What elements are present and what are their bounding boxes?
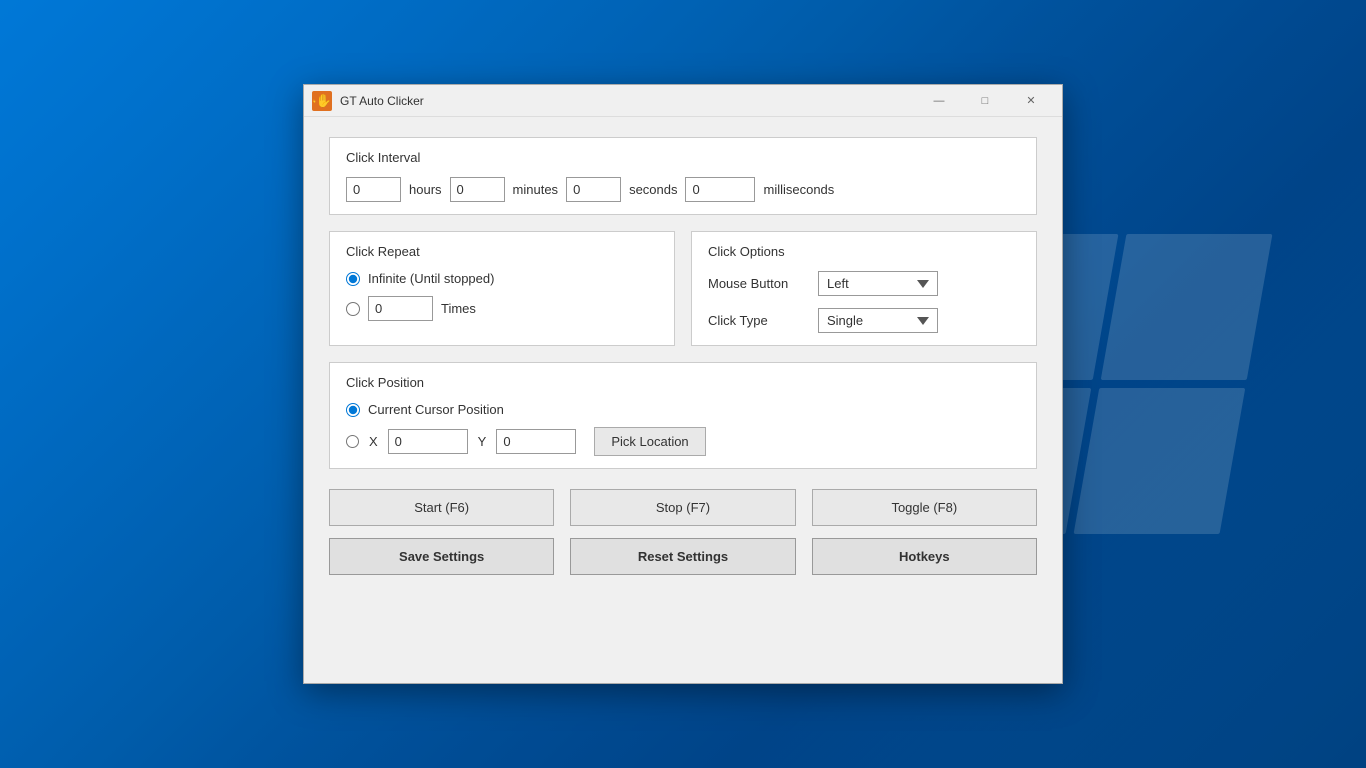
action-buttons-row: Start (F6) Stop (F7) Toggle (F8) xyxy=(329,489,1037,526)
xy-position-row: X Y Pick Location xyxy=(346,427,1020,456)
minutes-unit-label: minutes xyxy=(513,182,559,197)
y-label: Y xyxy=(478,434,487,449)
save-settings-button[interactable]: Save Settings xyxy=(329,538,554,575)
infinite-radio-row: Infinite (Until stopped) xyxy=(346,271,658,286)
seconds-input[interactable] xyxy=(566,177,621,202)
mouse-button-select[interactable]: Left Right Middle xyxy=(818,271,938,296)
cursor-position-radio-row: Current Cursor Position xyxy=(346,402,1020,417)
times-radio[interactable] xyxy=(346,302,360,316)
cursor-position-radio[interactable] xyxy=(346,403,360,417)
infinite-label: Infinite (Until stopped) xyxy=(368,271,494,286)
click-type-select[interactable]: Single Double xyxy=(818,308,938,333)
infinite-radio[interactable] xyxy=(346,272,360,286)
x-label: X xyxy=(369,434,378,449)
xy-position-radio[interactable] xyxy=(346,435,359,448)
app-icon: 👆 ✋ xyxy=(312,91,332,111)
click-repeat-panel: Click Repeat Infinite (Until stopped) Ti… xyxy=(329,231,675,346)
click-options-label: Click Options xyxy=(708,244,1020,259)
cursor-position-label: Current Cursor Position xyxy=(368,402,504,417)
window-title: GT Auto Clicker xyxy=(340,94,916,108)
close-button[interactable]: ✕ xyxy=(1008,85,1054,117)
milliseconds-input[interactable] xyxy=(685,177,755,202)
click-options-panel: Click Options Mouse Button Left Right Mi… xyxy=(691,231,1037,346)
click-type-label: Click Type xyxy=(708,313,818,328)
maximize-button[interactable]: □ xyxy=(962,85,1008,117)
window-controls: — □ ✕ xyxy=(916,85,1054,117)
hours-unit-label: hours xyxy=(409,182,442,197)
mouse-button-row: Mouse Button Left Right Middle xyxy=(708,271,1020,296)
x-input[interactable] xyxy=(388,429,468,454)
click-repeat-label: Click Repeat xyxy=(346,244,658,259)
titlebar: 👆 ✋ GT Auto Clicker — □ ✕ xyxy=(304,85,1062,117)
click-position-label: Click Position xyxy=(346,375,1020,390)
start-button[interactable]: Start (F6) xyxy=(329,489,554,526)
times-input[interactable] xyxy=(368,296,433,321)
reset-settings-button[interactable]: Reset Settings xyxy=(570,538,795,575)
two-col-section: Click Repeat Infinite (Until stopped) Ti… xyxy=(329,231,1037,346)
pick-location-button[interactable]: Pick Location xyxy=(594,427,705,456)
app-content: Click Interval hours minutes seconds mil… xyxy=(304,117,1062,683)
stop-button[interactable]: Stop (F7) xyxy=(570,489,795,526)
y-input[interactable] xyxy=(496,429,576,454)
times-label: Times xyxy=(441,301,476,316)
interval-row: hours minutes seconds milliseconds xyxy=(346,177,1020,202)
click-interval-panel: Click Interval hours minutes seconds mil… xyxy=(329,137,1037,215)
seconds-unit-label: seconds xyxy=(629,182,677,197)
hand-icon: ✋ xyxy=(316,94,332,107)
mouse-button-label: Mouse Button xyxy=(708,276,818,291)
hotkeys-button[interactable]: Hotkeys xyxy=(812,538,1037,575)
click-type-row: Click Type Single Double xyxy=(708,308,1020,333)
times-radio-row: Times xyxy=(346,296,658,321)
minutes-input[interactable] xyxy=(450,177,505,202)
minimize-button[interactable]: — xyxy=(916,85,962,117)
toggle-button[interactable]: Toggle (F8) xyxy=(812,489,1037,526)
click-interval-label: Click Interval xyxy=(346,150,1020,165)
app-window: 👆 ✋ GT Auto Clicker — □ ✕ Click Interval… xyxy=(303,84,1063,684)
click-position-panel: Click Position Current Cursor Position X… xyxy=(329,362,1037,469)
settings-buttons-row: Save Settings Reset Settings Hotkeys xyxy=(329,538,1037,575)
hours-input[interactable] xyxy=(346,177,401,202)
milliseconds-unit-label: milliseconds xyxy=(763,182,834,197)
